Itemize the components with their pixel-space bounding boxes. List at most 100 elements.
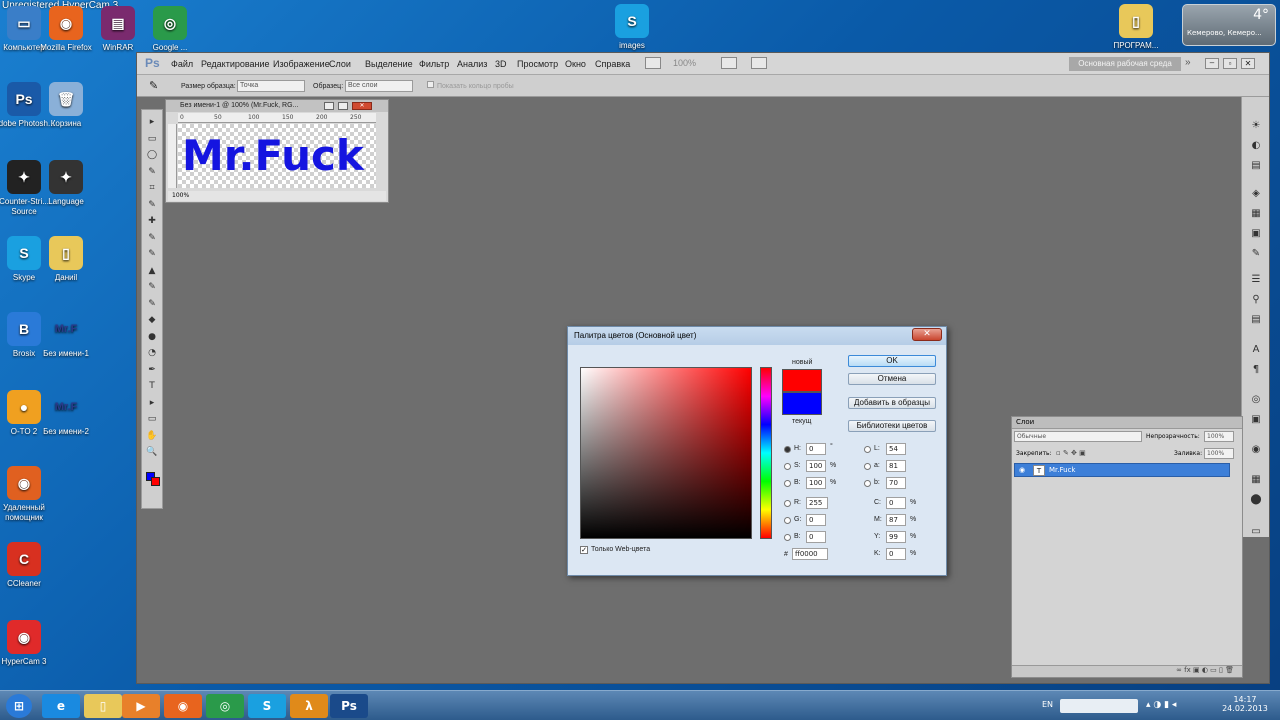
menu-item[interactable]: Окно <box>565 59 586 69</box>
eraser-tool-icon[interactable]: ✎ <box>145 281 159 293</box>
k-field[interactable]: 0 <box>886 548 906 560</box>
current-color-swatch[interactable] <box>782 392 822 415</box>
eyedropper-tool-icon[interactable]: ✎ <box>145 199 159 211</box>
ok-button[interactable]: OK <box>848 355 936 367</box>
doc-close-button[interactable]: ✕ <box>352 102 372 110</box>
dock-panel-icon[interactable]: ⬤ <box>1248 493 1264 507</box>
eye-icon[interactable]: ◉ <box>1019 466 1025 474</box>
halflife-icon[interactable]: λ <box>290 694 328 718</box>
dock-panel-icon[interactable]: ▭ <box>1248 525 1264 539</box>
desktop-icon[interactable]: C CCleaner <box>0 542 56 589</box>
dock-panel-icon[interactable]: ▣ <box>1248 227 1264 241</box>
desktop-icon[interactable]: ◎ Google ... <box>138 6 202 53</box>
close-button[interactable]: ✕ <box>1241 58 1255 69</box>
restore-button[interactable]: ▫ <box>1223 58 1237 69</box>
layers-tab[interactable]: Слои <box>1016 418 1034 426</box>
dock-panel-icon[interactable]: ◐ <box>1248 139 1264 153</box>
desktop-icon[interactable]: ✦ Language <box>34 160 98 207</box>
blue-radio[interactable] <box>784 534 791 541</box>
dock-panel-icon[interactable]: ▣ <box>1248 413 1264 427</box>
layer-row[interactable]: ◉ T Mr.Fuck <box>1014 463 1230 477</box>
eyedropper-icon[interactable]: ✎ <box>149 79 158 92</box>
web-only-checkbox[interactable]: ✓ <box>580 546 588 554</box>
color-libraries-button[interactable]: Библиотеки цветов <box>848 420 936 432</box>
dock-panel-icon[interactable]: ✎ <box>1248 247 1264 261</box>
chevron-right-icon[interactable]: » <box>1185 57 1191 68</box>
menu-item[interactable]: Слои <box>329 59 351 69</box>
desktop-icon[interactable]: ◉ HyperCam 3 <box>0 620 56 667</box>
menu-item[interactable]: 3D <box>495 59 507 69</box>
desktop-icon[interactable]: Simages <box>600 4 664 51</box>
s-field[interactable]: 100 <box>806 460 826 472</box>
desktop-icon[interactable]: ▯ Даниil <box>34 236 98 283</box>
g-field[interactable]: 0 <box>806 514 826 526</box>
skype-icon[interactable]: S <box>248 694 286 718</box>
lab-b-field[interactable]: 70 <box>886 477 906 489</box>
firefox-icon[interactable]: ◉ <box>164 694 202 718</box>
dock-panel-icon[interactable]: ▦ <box>1248 207 1264 221</box>
quick-select-tool-icon[interactable]: ✎ <box>145 166 159 178</box>
h-field[interactable]: 0 <box>806 443 826 455</box>
brush-tool-icon[interactable]: ✎ <box>145 232 159 244</box>
crop-tool-icon[interactable]: ⌗ <box>145 182 159 194</box>
l-field[interactable]: 54 <box>886 443 906 455</box>
dock-panel-icon[interactable]: ☀ <box>1248 119 1264 133</box>
path-select-tool-icon[interactable]: ▸ <box>145 397 159 409</box>
desktop-icon[interactable]: Mr.F Без имени-2 <box>34 390 98 437</box>
menu-item[interactable]: Справка <box>595 59 630 69</box>
h-radio[interactable] <box>784 446 791 453</box>
chrome-icon[interactable]: ◎ <box>206 694 244 718</box>
hex-field[interactable]: ff0000 <box>792 548 828 560</box>
brightness-radio[interactable] <box>784 480 791 487</box>
marquee-tool-icon[interactable]: ▭ <box>145 133 159 145</box>
menu-item[interactable]: Файл <box>171 59 193 69</box>
menu-item[interactable]: Просмотр <box>517 59 558 69</box>
r-radio[interactable] <box>784 500 791 507</box>
dialog-close-button[interactable]: ✕ <box>912 328 942 341</box>
s-radio[interactable] <box>784 463 791 470</box>
hand-tool-icon[interactable]: ✋ <box>145 430 159 442</box>
arrange-icon[interactable] <box>721 57 737 69</box>
opacity-field[interactable]: 100% <box>1204 431 1234 442</box>
color-field[interactable] <box>580 367 752 539</box>
r-field[interactable]: 255 <box>806 497 828 509</box>
clock[interactable]: 14:17 24.02.2013 <box>1222 695 1268 713</box>
menu-item[interactable]: Редактирование <box>201 59 270 69</box>
dock-panel-icon[interactable]: ☰ <box>1248 273 1264 287</box>
dock-panel-icon[interactable]: A <box>1248 343 1264 357</box>
dodge-tool-icon[interactable]: ● <box>145 331 159 343</box>
screen-icon[interactable] <box>751 57 767 69</box>
type-tool-icon[interactable]: T <box>145 380 159 392</box>
gradient-tool-icon[interactable]: ✎ <box>145 298 159 310</box>
blue-field[interactable]: 0 <box>806 531 826 543</box>
canvas[interactable]: Mr.Fuck <box>178 124 376 188</box>
minimize-button[interactable]: – <box>1205 58 1219 69</box>
pen2-tool-icon[interactable]: ✒ <box>145 364 159 376</box>
screen-mode-icon[interactable] <box>645 57 661 69</box>
move-tool-icon[interactable]: ▸ <box>145 116 159 128</box>
sample-select[interactable]: Все слои <box>345 80 413 92</box>
desktop-icon[interactable]: ▯ ПРОГРАМ... <box>1104 4 1168 51</box>
dock-panel-icon[interactable]: ¶ <box>1248 363 1264 377</box>
menu-item[interactable]: Анализ <box>457 59 487 69</box>
dock-panel-icon[interactable]: ▤ <box>1248 159 1264 173</box>
dock-panel-icon[interactable]: ◎ <box>1248 393 1264 407</box>
dock-panel-icon[interactable]: ◉ <box>1248 443 1264 457</box>
fill-field[interactable]: 100% <box>1204 448 1234 459</box>
layers-footer[interactable]: ∞ fx ▣ ◐ ▭ ▯ 🗑 <box>1012 665 1242 677</box>
ie-icon[interactable]: e <box>42 694 80 718</box>
g-radio[interactable] <box>784 517 791 524</box>
c-field[interactable]: 0 <box>886 497 906 509</box>
background-color-swatch[interactable] <box>151 477 160 486</box>
desktop-icon[interactable]: ◉ Удаленный помощник <box>0 466 56 523</box>
media-player-icon[interactable]: ▶ <box>122 694 160 718</box>
y-field[interactable]: 99 <box>886 531 906 543</box>
sample-size-select[interactable]: Точка <box>237 80 305 92</box>
a-field[interactable]: 81 <box>886 460 906 472</box>
a-radio[interactable] <box>864 463 871 470</box>
show-ring-checkbox[interactable] <box>427 81 434 88</box>
history-tool-icon[interactable]: ▲ <box>145 265 159 277</box>
workspace-switcher[interactable]: Основная рабочая среда <box>1069 57 1181 71</box>
tray-search[interactable] <box>1060 699 1138 713</box>
desktop-icon[interactable]: Mr.F Без имени-1 <box>34 312 98 359</box>
